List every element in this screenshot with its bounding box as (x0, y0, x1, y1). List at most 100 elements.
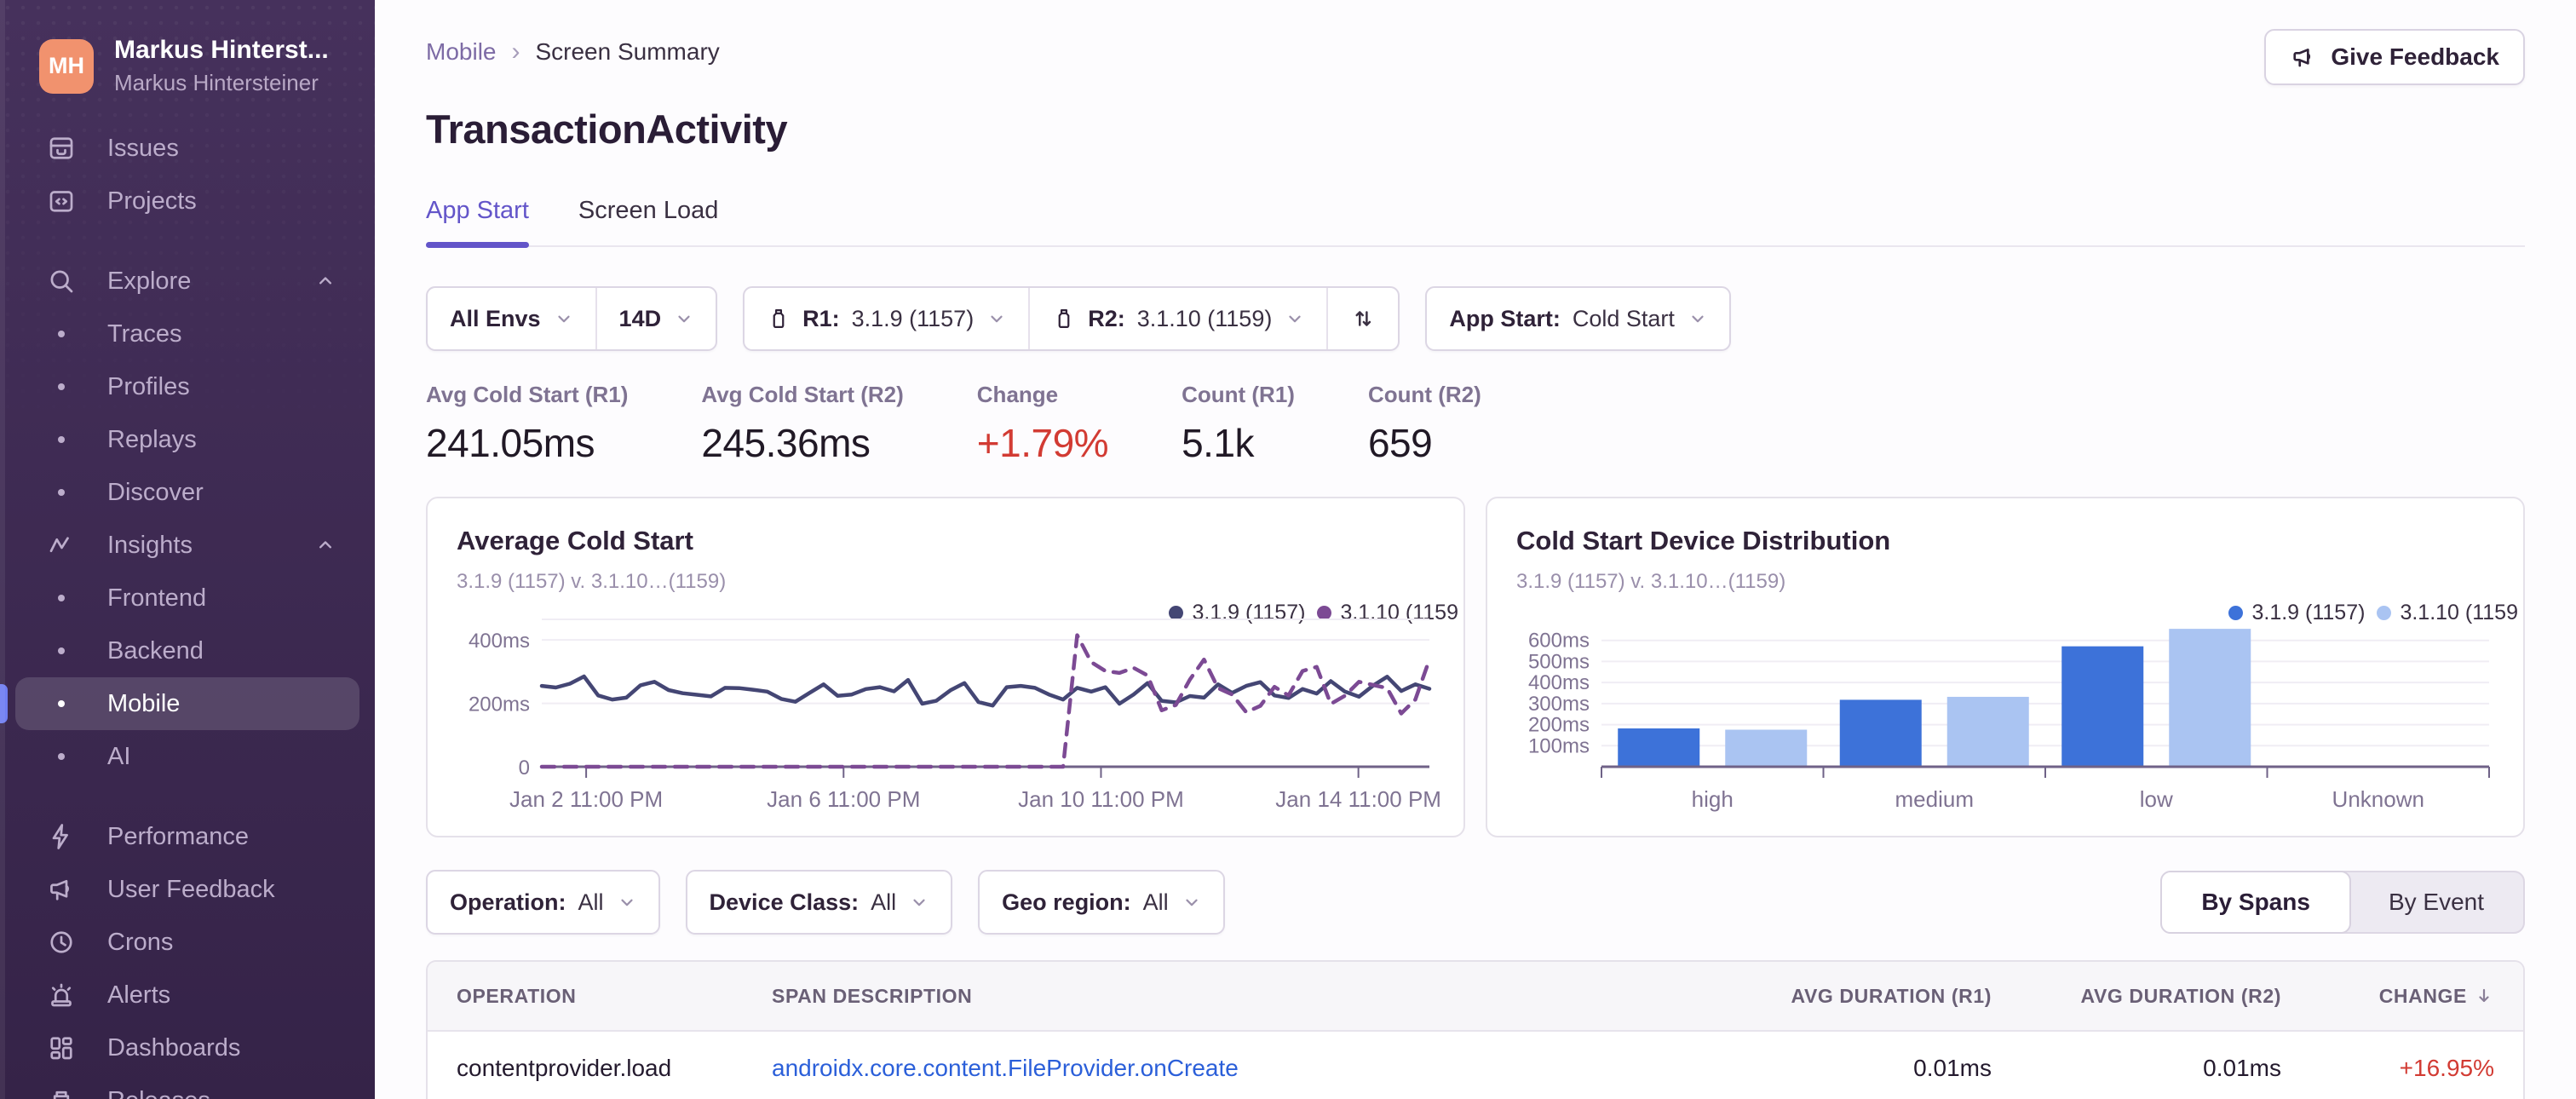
chevron-right-icon: › (511, 37, 520, 66)
siren-icon (44, 980, 78, 1010)
sidebar: MH Markus Hinterst... Markus Hinterstein… (0, 0, 375, 1099)
table-row[interactable]: contentprovider.load androidx.core.conte… (428, 1032, 2523, 1099)
sidebar-item-crons[interactable]: Crons (0, 916, 375, 969)
sidebar-item-profiles[interactable]: Profiles (0, 360, 375, 413)
sidebar-group-insights[interactable]: Insights (0, 519, 375, 572)
svg-text:500ms: 500ms (1528, 650, 1590, 673)
bullet-icon (44, 595, 78, 601)
breadcrumb-mobile[interactable]: Mobile (426, 38, 496, 66)
svg-text:Jan 2 11:00 PM: Jan 2 11:00 PM (509, 786, 663, 812)
sidebar-group-explore[interactable]: Explore (0, 255, 375, 308)
org-subtitle: Markus Hintersteiner (114, 70, 319, 95)
give-feedback-button[interactable]: Give Feedback (2264, 29, 2525, 85)
cell-avg-duration-r2: 0.01ms (2203, 1055, 2281, 1081)
svg-text:Jan 10 11:00 PM: Jan 10 11:00 PM (1018, 786, 1184, 812)
release-r2-filter[interactable]: R2: 3.1.10 (1159) (1028, 288, 1326, 349)
swap-releases-button[interactable] (1326, 288, 1398, 349)
sidebar-item-replays[interactable]: Replays (0, 413, 375, 466)
bullet-icon (44, 489, 78, 496)
app-start-type-filter[interactable]: App Start: Cold Start (1427, 288, 1729, 349)
svg-text:high: high (1692, 786, 1734, 812)
sidebar-item-ai[interactable]: AI (0, 730, 375, 783)
cell-change: +16.95% (2399, 1055, 2494, 1081)
svg-text:low: low (2140, 786, 2173, 812)
col-avg-duration-r1[interactable]: AVG DURATION (R1) (1591, 985, 1992, 1008)
sidebar-item-dashboards[interactable]: Dashboards (0, 1021, 375, 1074)
swap-icon (1350, 306, 1376, 331)
device-class-filter[interactable]: Device Class: All (687, 872, 952, 933)
page-title: TransactionActivity (426, 106, 788, 152)
geo-region-filter[interactable]: Geo region: All (980, 872, 1223, 933)
svg-text:600ms: 600ms (1528, 630, 1590, 653)
stat-avg-cold-start-r2: Avg Cold Start (R2) 245.36ms (701, 382, 904, 465)
chevron-down-icon (675, 309, 693, 328)
sidebar-item-traces[interactable]: Traces (0, 308, 375, 360)
lightning-icon (44, 821, 78, 852)
col-span-description[interactable]: SPAN DESCRIPTION (772, 985, 1591, 1008)
stat-avg-cold-start-r1: Avg Cold Start (R1) 241.05ms (426, 382, 629, 465)
summary-stats: Avg Cold Start (R1) 241.05ms Avg Cold St… (426, 382, 2525, 466)
megaphone-icon (2290, 43, 2317, 71)
bullet-icon (44, 647, 78, 654)
average-cold-start-card: Average Cold Start 3.1.9 (1157) v. 3.1.1… (426, 497, 1465, 837)
chevron-up-icon (313, 269, 337, 293)
col-change[interactable]: CHANGE (2281, 985, 2494, 1008)
svg-text:400ms: 400ms (469, 630, 530, 653)
app-start-type-group: App Start: Cold Start (1425, 286, 1731, 351)
sidebar-item-frontend[interactable]: Frontend (0, 572, 375, 624)
chevron-down-icon (1688, 309, 1707, 328)
sidebar-item-performance[interactable]: Performance (0, 810, 375, 863)
chevron-down-icon (987, 309, 1006, 328)
issues-icon (44, 133, 78, 164)
app-root: MH Markus Hinterst... Markus Hinterstein… (0, 0, 2576, 1099)
sidebar-item-issues[interactable]: Issues (0, 122, 375, 175)
svg-text:200ms: 200ms (469, 693, 530, 716)
environment-filter[interactable]: All Envs (428, 288, 595, 349)
page-filters: All Envs 14D R1: 3.1.9 (1157) R2: 3.1.10… (426, 286, 2525, 351)
sidebar-item-alerts[interactable]: Alerts (0, 969, 375, 1021)
sidebar-item-discover[interactable]: Discover (0, 466, 375, 519)
sidebar-item-projects[interactable]: Projects (0, 175, 375, 227)
chevron-down-icon (618, 893, 636, 912)
tab-app-start[interactable]: App Start (426, 197, 529, 248)
megaphone-icon (44, 874, 78, 905)
release-icon (767, 307, 791, 331)
insights-icon (44, 530, 78, 561)
bullet-icon (44, 753, 78, 760)
org-switcher[interactable]: MH Markus Hinterst... Markus Hinterstein… (0, 0, 375, 96)
chevron-down-icon (1285, 309, 1304, 328)
chart-title: Cold Start Device Distribution (1516, 526, 1891, 555)
date-range-filter[interactable]: 14D (595, 288, 716, 349)
svg-text:200ms: 200ms (1528, 714, 1590, 737)
bullet-icon (44, 436, 78, 443)
svg-text:100ms: 100ms (1528, 734, 1590, 757)
sidebar-item-mobile[interactable]: Mobile (15, 677, 359, 730)
cell-span-description-link[interactable]: androidx.core.content.FileProvider.onCre… (772, 1055, 1591, 1082)
svg-text:300ms: 300ms (1528, 693, 1590, 716)
svg-text:medium: medium (1895, 786, 1974, 812)
bullet-icon (44, 700, 78, 707)
spans-table: OPERATION SPAN DESCRIPTION AVG DURATION … (426, 960, 2525, 1099)
bullet-icon (44, 383, 78, 390)
cell-operation: contentprovider.load (457, 1055, 672, 1081)
toggle-by-event[interactable]: By Event (2349, 872, 2523, 932)
toggle-by-spans[interactable]: By Spans (2160, 871, 2351, 934)
sidebar-item-backend[interactable]: Backend (0, 624, 375, 677)
sidebar-item-user-feedback[interactable]: User Feedback (0, 863, 375, 916)
col-avg-duration-r2[interactable]: AVG DURATION (R2) (1992, 985, 2281, 1008)
col-operation[interactable]: OPERATION (457, 985, 772, 1008)
chart-title: Average Cold Start (457, 526, 693, 555)
span-filters: Operation: All Device Class: All Geo reg… (426, 870, 1225, 935)
stat-count-r1: Count (R1) 5.1k (1182, 382, 1295, 465)
svg-text:0: 0 (519, 757, 530, 780)
svg-text:Jan 14 11:00 PM: Jan 14 11:00 PM (1275, 786, 1440, 812)
line-chart-svg: 0 200ms 400ms Jan 2 11:00 PM Jan 6 11:00 PM J… (469, 619, 1440, 812)
release-r1-filter[interactable]: R1: 3.1.9 (1157) (745, 288, 1028, 349)
sidebar-item-releases[interactable]: Releases (0, 1074, 375, 1099)
projects-icon (44, 186, 78, 216)
release-compare-group: R1: 3.1.9 (1157) R2: 3.1.10 (1159) (743, 286, 1400, 351)
search-icon (44, 266, 78, 296)
operation-filter[interactable]: Operation: All (428, 872, 658, 933)
breadcrumb: Mobile › Screen Summary (426, 37, 720, 66)
tab-screen-load[interactable]: Screen Load (578, 197, 718, 245)
